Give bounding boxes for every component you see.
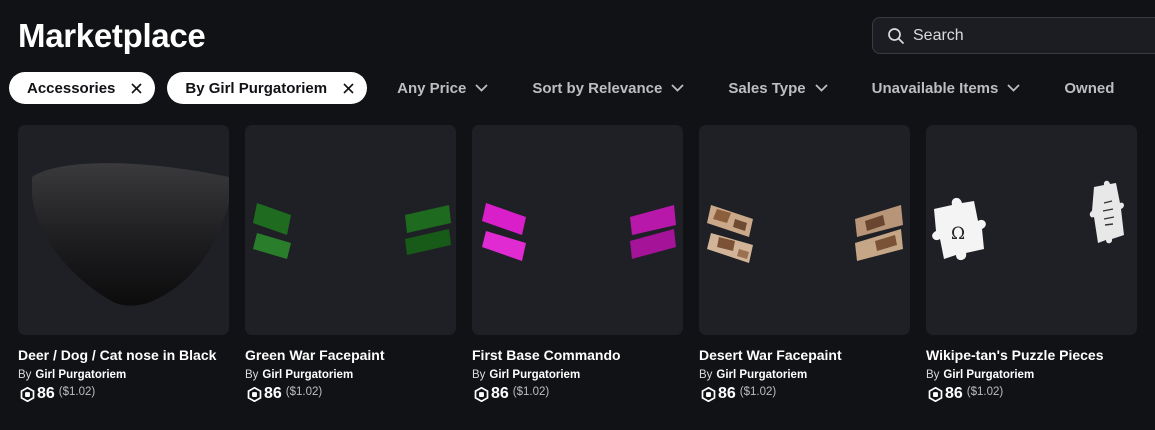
creator-prefix: By xyxy=(245,369,259,381)
nose-image xyxy=(32,163,229,306)
item-name[interactable]: Deer / Dog / Cat nose in Black xyxy=(18,347,229,363)
item-name[interactable]: First Base Commando xyxy=(472,347,683,363)
search-input[interactable] xyxy=(911,25,1155,46)
chevron-down-icon xyxy=(475,83,489,93)
close-icon[interactable] xyxy=(128,80,144,96)
chip-label: Accessories xyxy=(27,79,116,97)
item-card[interactable]: First Base Commando By Girl Purgatoriem 8… xyxy=(472,125,683,403)
price-usd: ($1.02) xyxy=(739,386,777,398)
price-value: 86 xyxy=(718,385,736,402)
search-box[interactable] xyxy=(872,17,1155,54)
item-creator: By Girl Purgatoriem xyxy=(926,368,1137,382)
robux-icon xyxy=(928,386,943,402)
item-card[interactable]: Green War Facepaint By Girl Purgatoriem 8… xyxy=(245,125,456,403)
unavailable-items-dropdown[interactable]: Unavailable Items xyxy=(872,80,1022,97)
sort-dropdown[interactable]: Sort by Relevance xyxy=(532,80,685,97)
pink-facepaint-image xyxy=(482,203,676,261)
item-thumbnail[interactable] xyxy=(18,125,229,335)
price-value: 86 xyxy=(37,385,55,402)
dropdown-label: Sort by Relevance xyxy=(532,79,663,97)
creator-link[interactable]: Girl Purgatoriem xyxy=(35,369,126,381)
marketplace-page: Marketplace Accessories By Girl Purgator… xyxy=(0,0,1155,430)
puzzle-glyph: Ω xyxy=(951,224,965,244)
item-creator: By Girl Purgatoriem xyxy=(245,368,456,382)
filter-bar: Accessories By Girl Purgatoriem Any Pric… xyxy=(9,72,1139,104)
filter-chip-creator[interactable]: By Girl Purgatoriem xyxy=(167,72,368,104)
price-usd: ($1.02) xyxy=(58,386,96,398)
close-icon[interactable] xyxy=(340,80,356,96)
item-name[interactable]: Green War Facepaint xyxy=(245,347,456,363)
price-usd: ($1.02) xyxy=(285,386,323,398)
item-card[interactable]: Ω Wikipe-tan's Puzzle Pieces By Girl Purg… xyxy=(926,125,1137,403)
item-creator: By Girl Purgatoriem xyxy=(472,368,683,382)
dropdown-label: Any Price xyxy=(397,79,467,97)
robux-icon xyxy=(474,386,489,402)
creator-prefix: By xyxy=(472,369,486,381)
puzzle-pieces-image: Ω xyxy=(932,180,1124,261)
price-usd: ($1.02) xyxy=(966,386,1004,398)
creator-prefix: By xyxy=(926,369,940,381)
item-price: 86 ($1.02) xyxy=(926,385,1137,403)
item-name[interactable]: Wikipe-tan's Puzzle Pieces xyxy=(926,347,1137,363)
green-facepaint-image xyxy=(253,203,451,259)
item-price: 86 ($1.02) xyxy=(472,385,683,403)
item-price: 86 ($1.02) xyxy=(18,385,229,403)
item-thumbnail[interactable] xyxy=(472,125,683,335)
dropdown-label: Sales Type xyxy=(728,79,806,97)
creator-link[interactable]: Girl Purgatoriem xyxy=(716,369,807,381)
chevron-down-icon xyxy=(671,83,685,93)
filter-chip-accessories[interactable]: Accessories xyxy=(9,72,156,104)
page-title: Marketplace xyxy=(18,17,206,54)
robux-icon xyxy=(701,386,716,402)
item-grid: Deer / Dog / Cat nose in Black By Girl Pu… xyxy=(18,125,1153,403)
item-card[interactable]: Desert War Facepaint By Girl Purgatoriem … xyxy=(699,125,910,403)
item-thumbnail[interactable] xyxy=(245,125,456,335)
price-value: 86 xyxy=(945,385,963,402)
sales-type-dropdown[interactable]: Sales Type xyxy=(728,80,828,97)
item-name[interactable]: Desert War Facepaint xyxy=(699,347,910,363)
item-price: 86 ($1.02) xyxy=(245,385,456,403)
item-thumbnail[interactable] xyxy=(699,125,910,335)
creator-link[interactable]: Girl Purgatoriem xyxy=(262,369,353,381)
robux-icon xyxy=(247,386,262,402)
creator-link[interactable]: Girl Purgatoriem xyxy=(489,369,580,381)
item-creator: By Girl Purgatoriem xyxy=(18,368,229,382)
item-price: 86 ($1.02) xyxy=(699,385,910,403)
creator-link[interactable]: Girl Purgatoriem xyxy=(943,369,1034,381)
item-card[interactable]: Deer / Dog / Cat nose in Black By Girl Pu… xyxy=(18,125,229,403)
price-value: 86 xyxy=(264,385,282,402)
dropdown-label: Unavailable Items xyxy=(871,79,999,97)
chevron-down-icon xyxy=(1007,83,1021,93)
price-dropdown[interactable]: Any Price xyxy=(397,80,489,97)
creator-prefix: By xyxy=(18,369,32,381)
robux-icon xyxy=(20,386,35,402)
price-value: 86 xyxy=(491,385,509,402)
dropdown-label: Owned xyxy=(1064,79,1115,97)
chip-label: By Girl Purgatoriem xyxy=(185,79,328,97)
search-icon xyxy=(882,26,910,46)
owned-dropdown[interactable]: Owned xyxy=(1064,80,1114,97)
chevron-down-icon xyxy=(815,83,829,93)
price-usd: ($1.02) xyxy=(512,386,550,398)
creator-prefix: By xyxy=(699,369,713,381)
desert-facepaint-image xyxy=(707,205,903,263)
item-thumbnail[interactable]: Ω xyxy=(926,125,1137,335)
item-creator: By Girl Purgatoriem xyxy=(699,368,910,382)
